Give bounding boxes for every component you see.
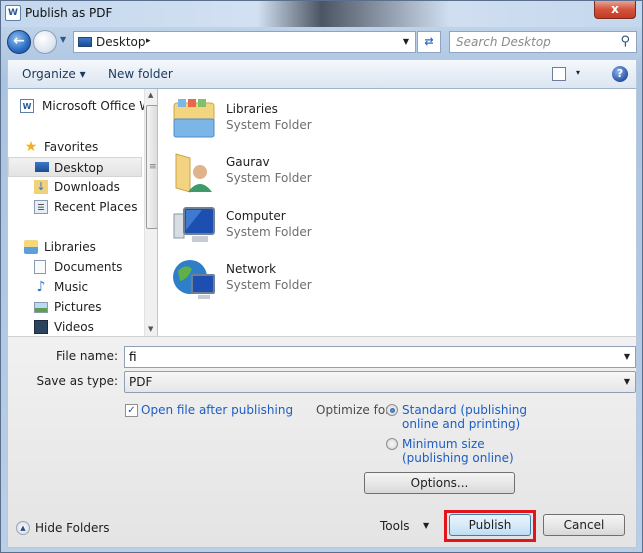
- navigation-bar: ← ▼ Desktop ▸ ▼ ⇄ ⚲: [1, 29, 642, 55]
- optimize-minimum-label-line2[interactable]: (publishing online): [402, 451, 514, 465]
- scroll-up-icon[interactable]: ▲: [148, 91, 153, 99]
- new-folder-button[interactable]: New folder: [108, 67, 173, 81]
- command-toolbar: Organize ▾ New folder ▾ ?: [7, 59, 637, 89]
- forward-arrow-icon[interactable]: [33, 30, 57, 54]
- network-icon: [173, 260, 215, 299]
- change-view-icon[interactable]: [552, 67, 566, 81]
- computer-icon: [173, 207, 215, 242]
- organize-button[interactable]: Organize ▾: [22, 67, 86, 81]
- music-icon: ♪: [36, 279, 46, 295]
- view-dropdown-icon[interactable]: ▾: [576, 68, 580, 77]
- help-icon[interactable]: ?: [612, 66, 628, 82]
- optimize-minimum-label-line1[interactable]: Minimum size: [402, 437, 485, 451]
- close-button[interactable]: x: [594, 1, 636, 19]
- user-folder-icon: [175, 153, 212, 193]
- nav-item-downloads[interactable]: ↓ Downloads: [8, 177, 142, 197]
- file-list-pane: Libraries System Folder Gaurav System Fo…: [158, 89, 637, 336]
- word-icon: W: [20, 99, 34, 113]
- search-icon[interactable]: ⚲: [620, 34, 630, 49]
- file-name-input[interactable]: [125, 347, 605, 367]
- title-bar: W Publish as PDF x: [1, 1, 642, 27]
- scroll-grip-icon: ≡: [149, 162, 157, 172]
- options-button[interactable]: Options...: [364, 472, 515, 494]
- back-arrow-icon[interactable]: ←: [7, 30, 31, 54]
- save-options-panel: File name: ▼ Save as type: PDF ▼ ✓ Open …: [7, 336, 637, 548]
- file-item-gaurav[interactable]: Gaurav System Folder: [172, 148, 412, 198]
- recent-places-icon: ☰: [34, 200, 48, 214]
- nav-item-pictures[interactable]: Pictures: [8, 297, 142, 317]
- nav-item-libraries[interactable]: Libraries: [8, 237, 142, 257]
- save-as-type-select[interactable]: PDF ▼: [124, 371, 636, 393]
- scroll-thumb[interactable]: ≡: [146, 105, 157, 229]
- open-after-publishing-label[interactable]: Open file after publishing: [141, 403, 293, 417]
- breadcrumb-desktop[interactable]: Desktop: [96, 35, 146, 49]
- optimize-standard-label-line2[interactable]: online and printing): [402, 417, 520, 431]
- nav-pane-scrollbar[interactable]: ▲ ≡ ▼: [144, 89, 157, 336]
- optimize-standard-radio[interactable]: [386, 404, 398, 416]
- optimize-minimum-radio[interactable]: [386, 438, 398, 450]
- optimize-for-label: Optimize for:: [316, 403, 394, 417]
- tools-dropdown-icon[interactable]: ▼: [423, 521, 429, 530]
- hide-folders-icon[interactable]: ▲: [16, 521, 30, 535]
- pictures-icon: [34, 302, 48, 313]
- breadcrumb-chevron-icon[interactable]: ▸: [146, 36, 151, 46]
- libraries-icon: [24, 240, 38, 254]
- libraries-folder-icon: [173, 99, 215, 138]
- nav-item-microsoft-office[interactable]: W Microsoft Office W: [8, 96, 151, 116]
- address-dropdown-icon[interactable]: ▼: [403, 37, 409, 46]
- nav-item-desktop[interactable]: Desktop: [8, 157, 142, 177]
- scroll-down-icon[interactable]: ▼: [148, 325, 153, 333]
- downloads-icon: ↓: [34, 180, 48, 194]
- desktop-icon: [78, 37, 92, 47]
- videos-icon: [34, 320, 48, 334]
- desktop-icon: [35, 162, 49, 172]
- history-dropdown-icon[interactable]: ▼: [60, 35, 66, 44]
- publish-button[interactable]: Publish: [449, 514, 531, 536]
- publish-as-pdf-dialog: W Publish as PDF x ← ▼ Desktop ▸ ▼ ⇄ ⚲ O…: [0, 0, 643, 553]
- file-item-network[interactable]: Network System Folder: [172, 255, 412, 305]
- nav-item-videos[interactable]: Videos: [8, 317, 142, 336]
- open-after-publishing-checkbox[interactable]: ✓: [125, 404, 138, 417]
- file-name-label: File name:: [56, 349, 118, 363]
- file-item-libraries[interactable]: Libraries System Folder: [172, 95, 412, 145]
- nav-item-music[interactable]: ♪ Music: [8, 277, 142, 297]
- tools-button[interactable]: Tools: [380, 519, 410, 533]
- documents-icon: [34, 260, 46, 274]
- nav-item-documents[interactable]: Documents: [8, 257, 142, 277]
- star-icon: ★: [24, 139, 38, 155]
- address-bar[interactable]: Desktop ▸ ▼: [73, 31, 416, 53]
- nav-item-recent-places[interactable]: ☰ Recent Places: [8, 197, 142, 217]
- window-title: Publish as PDF: [25, 6, 113, 20]
- save-as-type-dropdown-icon[interactable]: ▼: [624, 377, 630, 386]
- search-box[interactable]: ⚲: [449, 31, 637, 53]
- file-name-dropdown-icon[interactable]: ▼: [624, 352, 630, 361]
- navigation-pane: W Microsoft Office W ★ Favorites Desktop…: [7, 89, 157, 336]
- optimize-standard-label-line1[interactable]: Standard (publishing: [402, 403, 527, 417]
- nav-item-favorites[interactable]: ★ Favorites: [8, 137, 142, 157]
- save-as-type-label: Save as type:: [36, 374, 118, 388]
- save-as-type-value: PDF: [129, 375, 153, 389]
- hide-folders-button[interactable]: Hide Folders: [35, 521, 110, 535]
- cancel-button[interactable]: Cancel: [543, 514, 625, 536]
- word-icon: W: [5, 5, 21, 21]
- file-item-computer[interactable]: Computer System Folder: [172, 202, 412, 252]
- refresh-icon[interactable]: ⇄: [417, 31, 441, 53]
- search-input[interactable]: [450, 32, 610, 52]
- file-name-field[interactable]: ▼: [124, 346, 636, 368]
